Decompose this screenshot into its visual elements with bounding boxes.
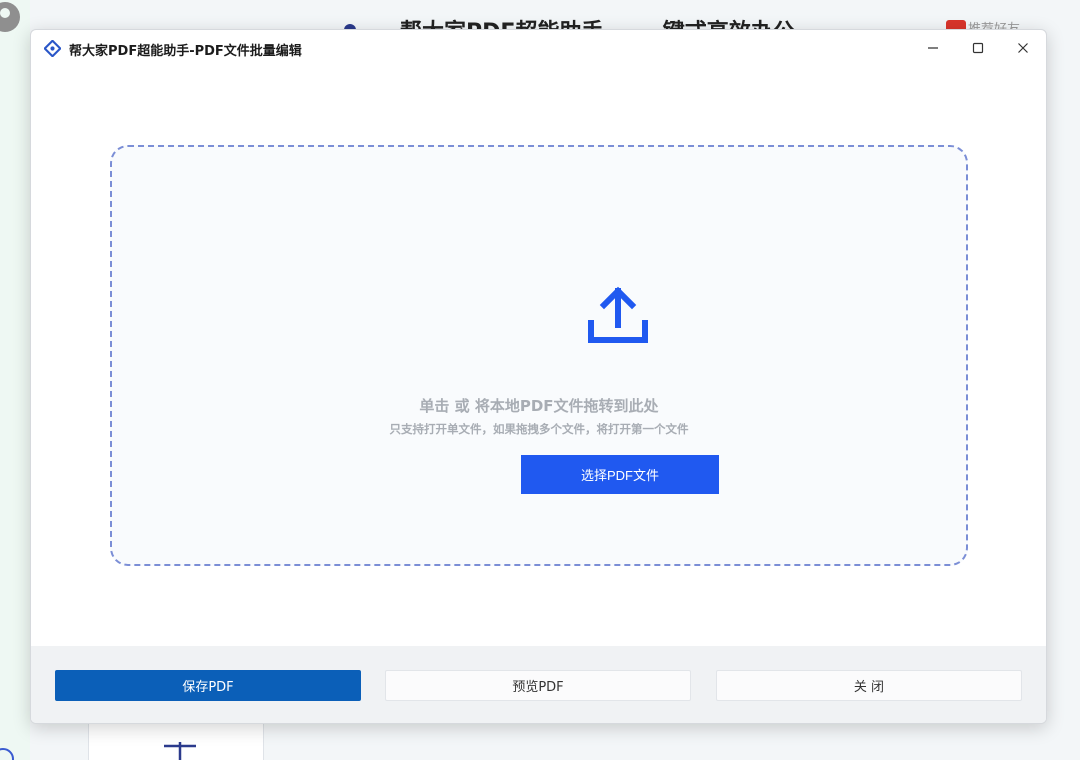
- app-window: 帮大家PDF超能助手-PDF文件批量编辑 单击 或 将本地PDF文件拖转到此处: [30, 29, 1047, 724]
- maximize-icon: [972, 42, 984, 54]
- maximize-button[interactable]: [958, 34, 998, 62]
- action-bar: 保存PDF 预览PDF 关 闭: [31, 646, 1046, 723]
- title-bar[interactable]: 帮大家PDF超能助手-PDF文件批量编辑: [31, 30, 1046, 66]
- save-pdf-button[interactable]: 保存PDF: [55, 670, 361, 701]
- minimize-button[interactable]: [913, 34, 953, 62]
- select-pdf-button[interactable]: 选择PDF文件: [521, 455, 719, 494]
- drop-instruction-text: 单击 或 将本地PDF文件拖转到此处: [419, 397, 659, 415]
- drop-hint-text: 只支持打开单文件，如果拖拽多个文件，将打开第一个文件: [389, 422, 689, 436]
- preview-pdf-button[interactable]: 预览PDF: [385, 670, 691, 701]
- close-button[interactable]: 关 闭: [716, 670, 1022, 701]
- window-title: 帮大家PDF超能助手-PDF文件批量编辑: [69, 44, 302, 59]
- minimize-icon: [928, 47, 938, 49]
- file-drop-zone[interactable]: 单击 或 将本地PDF文件拖转到此处 只支持打开单文件，如果拖拽多个文件，将打开…: [110, 145, 968, 566]
- upload-icon: [588, 286, 648, 343]
- close-icon: [1018, 43, 1028, 53]
- main-content: 单击 或 将本地PDF文件拖转到此处 只支持打开单文件，如果拖拽多个文件，将打开…: [31, 66, 1046, 646]
- background-tool-icon: [164, 742, 196, 760]
- app-logo-icon: [44, 40, 61, 57]
- background-left-strip: [0, 0, 30, 760]
- close-window-button[interactable]: [1003, 34, 1043, 62]
